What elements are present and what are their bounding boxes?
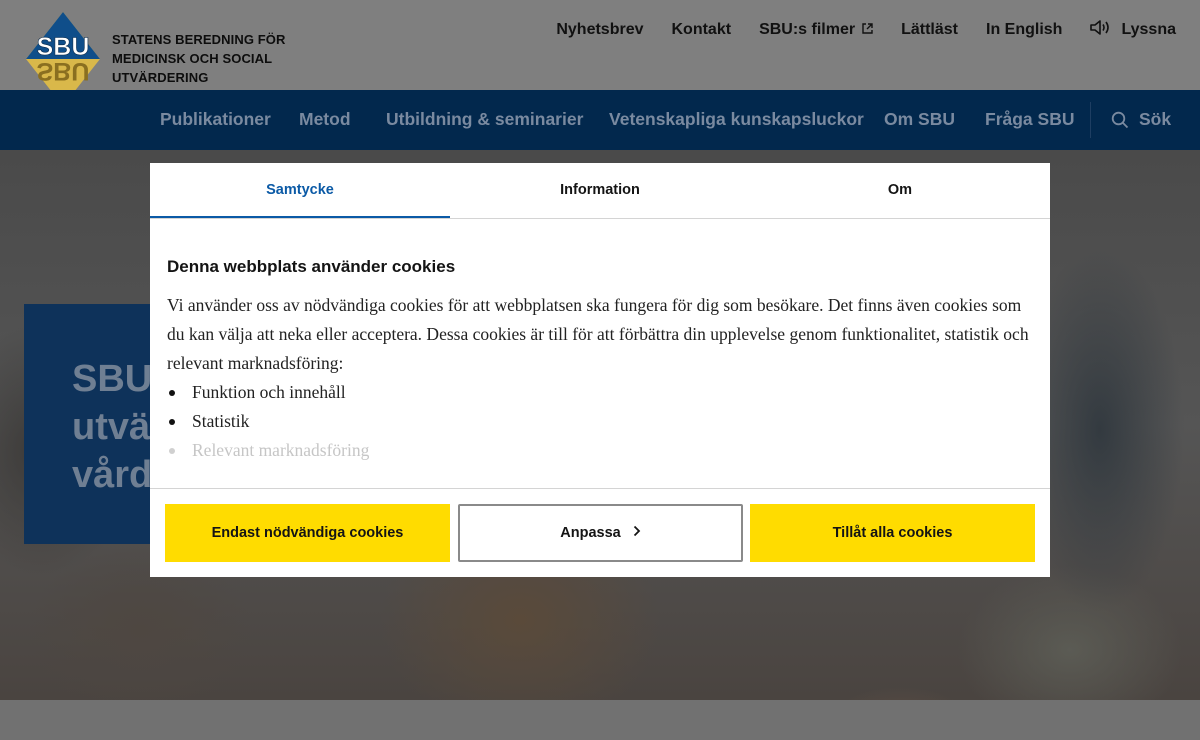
- link-kontakt[interactable]: Kontakt: [672, 21, 732, 39]
- chevron-right-icon: [633, 525, 641, 541]
- link-nyhetsbrev[interactable]: Nyhetsbrev: [556, 21, 643, 39]
- org-name-line-3: UTVÄRDERING: [112, 70, 209, 85]
- customize-button-label: Anpassa: [560, 525, 621, 541]
- nav-item-publikationer[interactable]: Publikationer: [160, 109, 271, 130]
- link-sbu-filmer[interactable]: SBU:s filmer: [759, 21, 873, 39]
- list-item: Funktion och innehåll: [167, 378, 1037, 407]
- org-name-line-2: MEDICINSK OCH SOCIAL: [112, 51, 273, 66]
- cookie-description: Vi använder oss av nödvändiga cookies fö…: [167, 295, 1029, 373]
- link-in-english[interactable]: In English: [986, 21, 1062, 39]
- page-section-below-hero: [0, 700, 1200, 740]
- org-name[interactable]: STATENS BEREDNING FÖR MEDICINSK OCH SOCI…: [112, 30, 312, 87]
- nav-item-metod[interactable]: Metod: [299, 109, 351, 130]
- org-name-line-1: STATENS BEREDNING FÖR: [112, 32, 286, 47]
- list-item: Statistik: [167, 407, 1037, 436]
- divider: [150, 488, 1050, 489]
- link-lyssna-label: Lyssna: [1121, 21, 1176, 38]
- nav-item-kunskapsluckor[interactable]: Vetenskapliga kunskapsluckor: [609, 109, 864, 130]
- main-navigation: Publikationer Metod Utbildning & seminar…: [0, 90, 1200, 150]
- cookie-tabs: Samtycke Information Om: [150, 163, 1050, 219]
- logo-text-top: SBU: [37, 33, 90, 61]
- top-links: Nyhetsbrev Kontakt SBU:s filmer Lättläst…: [528, 19, 1176, 41]
- tab-information[interactable]: Information: [450, 163, 750, 218]
- external-link-icon: [862, 21, 873, 39]
- allow-all-cookies-button[interactable]: Tillåt alla cookies: [750, 504, 1035, 562]
- cookie-consent-dialog: Samtycke Information Om Denna webbplats …: [150, 163, 1050, 577]
- link-sbu-filmer-label: SBU:s filmer: [759, 21, 856, 38]
- nav-item-utbildning[interactable]: Utbildning & seminarier: [386, 109, 583, 130]
- active-tab-indicator: [150, 216, 450, 218]
- cookie-purpose-list: Funktion och innehåll Statistik Relevant…: [167, 378, 1037, 465]
- nav-item-fraga-sbu[interactable]: Fråga SBU: [985, 109, 1074, 130]
- necessary-cookies-button[interactable]: Endast nödvändiga cookies: [165, 504, 450, 562]
- speaker-icon: [1090, 19, 1112, 41]
- nav-item-om-sbu[interactable]: Om SBU: [884, 109, 955, 130]
- search-icon: [1111, 111, 1129, 128]
- link-lyssna[interactable]: Lyssna: [1090, 19, 1176, 41]
- tab-om[interactable]: Om: [750, 163, 1050, 218]
- nav-divider: [1090, 102, 1091, 138]
- customize-button[interactable]: Anpassa: [458, 504, 743, 562]
- cookie-dialog-title: Denna webbplats använder cookies: [167, 257, 456, 276]
- search-label: Sök: [1139, 109, 1172, 129]
- list-item: Relevant marknadsföring: [167, 436, 1037, 465]
- search-button[interactable]: Sök: [1111, 109, 1171, 130]
- cookie-dialog-body: Vi använder oss av nödvändiga cookies fö…: [167, 291, 1037, 465]
- link-lattlast[interactable]: Lättläst: [901, 21, 958, 39]
- tab-samtycke[interactable]: Samtycke: [150, 163, 450, 218]
- logo-text-bottom: SBU: [37, 57, 90, 85]
